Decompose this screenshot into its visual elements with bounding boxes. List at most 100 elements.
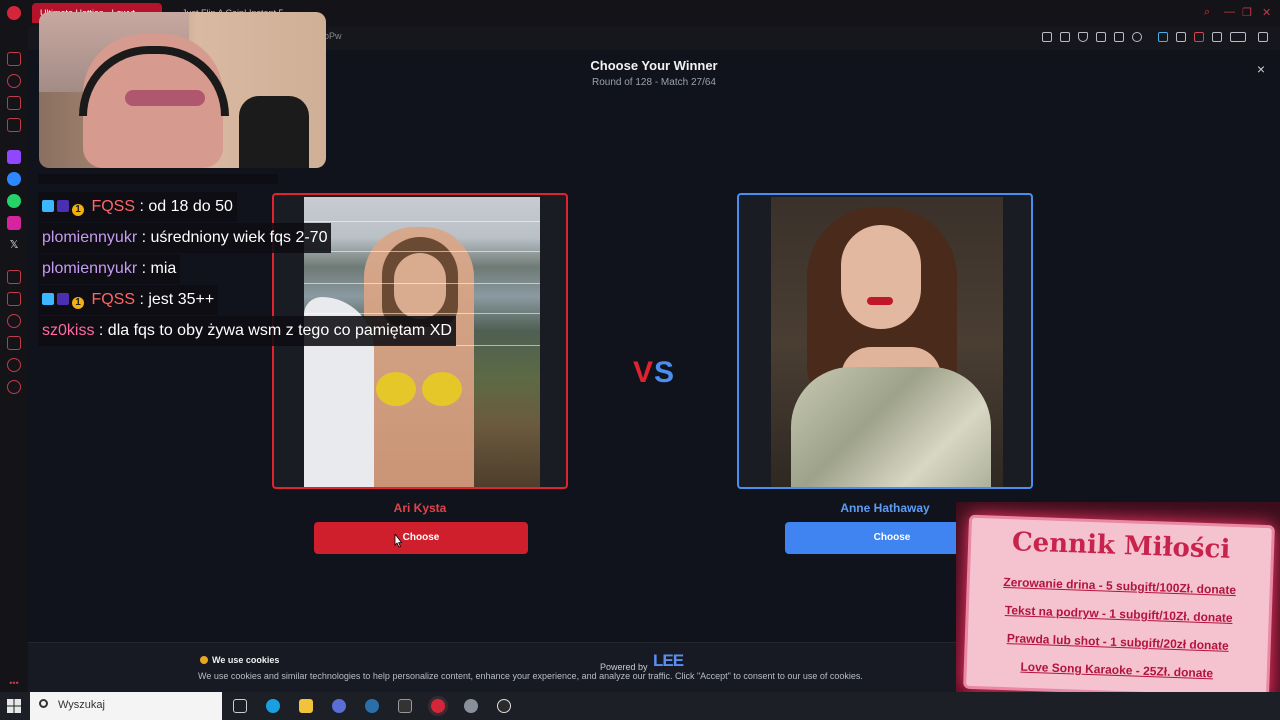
price-line: Tekst na podryw - 1 subgift/10Zł. donate bbox=[1004, 603, 1233, 625]
twitch-icon[interactable] bbox=[7, 150, 21, 164]
badge-one-icon: 1 bbox=[72, 204, 84, 216]
chat-username: plomiennyukr bbox=[42, 260, 138, 277]
close-window-icon[interactable]: ✕ bbox=[1262, 6, 1271, 19]
chat-message: plomiennyukr : mia bbox=[38, 254, 181, 284]
maximize-icon[interactable]: ❐ bbox=[1242, 6, 1252, 19]
url-text[interactable]: oPw bbox=[324, 31, 342, 41]
chat-message: 1 FQSS : od 18 do 50 bbox=[38, 192, 237, 222]
photo-bikini bbox=[376, 372, 416, 406]
sidebar-bag-icon[interactable] bbox=[7, 96, 21, 110]
search-icon bbox=[39, 699, 48, 708]
photo-dress bbox=[791, 367, 991, 487]
price-line: Zerowanie drina - 5 subgift/100Zł. donat… bbox=[1003, 574, 1237, 598]
chat-text: : jest 35++ bbox=[135, 291, 215, 308]
lee-logo[interactable]: LEE bbox=[653, 652, 684, 669]
cookie-icon bbox=[200, 656, 208, 664]
sidebar-settings-icon[interactable] bbox=[7, 380, 21, 394]
powered-by-label: Powered by bbox=[600, 662, 648, 672]
choose-button-left[interactable]: Choose bbox=[314, 522, 528, 554]
bell-icon[interactable] bbox=[1194, 32, 1204, 42]
cookie-text: We use cookies and similar technologies … bbox=[198, 671, 863, 681]
price-list-title: Cennik Miłości bbox=[1011, 527, 1231, 565]
obs-taskbar-icon[interactable] bbox=[497, 699, 511, 713]
badge-cube-icon bbox=[42, 293, 54, 305]
chat-text: : od 18 do 50 bbox=[135, 198, 233, 215]
price-list-overlay: Cennik Miłości Zerowanie drina - 5 subgi… bbox=[956, 502, 1280, 692]
app-taskbar-icon[interactable] bbox=[464, 699, 478, 713]
webcam-overlay bbox=[39, 12, 326, 168]
sidebar-apps-icon[interactable] bbox=[7, 292, 21, 306]
webcam-microphone bbox=[239, 96, 309, 168]
chat-text: : dla fqs to oby żywa wsm z tego co pami… bbox=[94, 322, 452, 339]
task-view-icon[interactable] bbox=[233, 699, 247, 713]
windows-start-icon[interactable] bbox=[6, 698, 22, 714]
sidebar-history-icon[interactable] bbox=[7, 74, 21, 88]
play-icon[interactable] bbox=[1114, 32, 1124, 42]
sidebar-download-icon[interactable] bbox=[7, 336, 21, 350]
photo-bikini bbox=[422, 372, 462, 406]
price-list-card: Cennik Miłości Zerowanie drina - 5 subgi… bbox=[963, 514, 1275, 692]
cookie-title: We use cookies bbox=[212, 655, 280, 665]
browser-sidebar: 𝕏 ••• bbox=[0, 0, 28, 692]
x-icon[interactable]: 𝕏 bbox=[7, 238, 21, 252]
whatsapp-icon[interactable] bbox=[7, 194, 21, 208]
chrome-icon[interactable] bbox=[332, 699, 346, 713]
sidebar-flow-icon[interactable] bbox=[7, 270, 21, 284]
candidate-card-right[interactable] bbox=[737, 193, 1033, 489]
menu-icon[interactable] bbox=[1258, 32, 1268, 42]
chat-text: : uśredniony wiek fqs 2-70 bbox=[137, 229, 328, 246]
opera-logo-icon[interactable] bbox=[7, 6, 21, 20]
badge-sub-icon bbox=[57, 200, 69, 212]
chat-username: FQSS bbox=[91, 291, 136, 308]
vs-letter-s: S bbox=[654, 356, 676, 389]
sidebar-home-icon[interactable] bbox=[7, 52, 21, 66]
chat-message: 1 FQSS : jest 35++ bbox=[38, 285, 219, 315]
instagram-icon[interactable] bbox=[7, 216, 21, 230]
sidebar-gamepad-icon[interactable] bbox=[7, 118, 21, 132]
candidate-name-left: Ari Kysta bbox=[393, 501, 447, 515]
candidate-photo-right[interactable] bbox=[771, 197, 1003, 487]
extension-icon[interactable] bbox=[1158, 32, 1168, 42]
chat-message: sz0kiss : dla fqs to oby żywa wsm z tego… bbox=[38, 316, 456, 346]
badge-cube-icon bbox=[42, 200, 54, 212]
stream-chat-overlay: 1 FQSS : od 18 do 50 plomiennyukr : uśre… bbox=[32, 174, 564, 346]
close-button[interactable]: × bbox=[1252, 60, 1270, 78]
puzzle-icon[interactable] bbox=[1176, 32, 1186, 42]
photo-face bbox=[841, 225, 921, 329]
sidebar-heart-icon[interactable] bbox=[7, 358, 21, 372]
search-tabs-icon[interactable]: ⌕ bbox=[1204, 6, 1210, 19]
chat-username: sz0kiss bbox=[42, 322, 95, 339]
opera-taskbar-icon[interactable] bbox=[431, 699, 445, 713]
download-icon[interactable] bbox=[1212, 32, 1222, 42]
chat-username: plomiennyukr bbox=[42, 229, 138, 246]
price-line: Love Song Karaoke - 25Zł. donate bbox=[1020, 659, 1214, 681]
search-placeholder: Wyszukaj bbox=[58, 699, 105, 711]
heart-icon[interactable] bbox=[1132, 32, 1142, 42]
epic-games-icon[interactable] bbox=[398, 699, 412, 713]
mouse-cursor-icon bbox=[394, 534, 403, 548]
badge-sub-icon bbox=[57, 293, 69, 305]
translate-icon[interactable] bbox=[1096, 32, 1106, 42]
chat-message: plomiennyukr : uśredniony wiek fqs 2-70 bbox=[38, 223, 332, 253]
badge-one-icon: 1 bbox=[72, 297, 84, 309]
edge-icon[interactable] bbox=[266, 699, 280, 713]
bookmark-icon[interactable] bbox=[1042, 32, 1052, 42]
snapshot-icon[interactable] bbox=[1060, 32, 1070, 42]
ai-icon[interactable] bbox=[1230, 32, 1246, 42]
chat-text: : mia bbox=[137, 260, 177, 277]
price-line: Prawda lub shot - 1 subgift/20zł donate bbox=[1006, 631, 1229, 653]
file-explorer-icon[interactable] bbox=[299, 699, 313, 713]
minimize-icon[interactable]: — bbox=[1224, 6, 1235, 18]
chat-username: FQSS bbox=[91, 198, 136, 215]
vs-label: VS bbox=[618, 356, 690, 390]
chat-message-clipped bbox=[38, 174, 278, 184]
sidebar-more-icon[interactable]: ••• bbox=[7, 676, 21, 690]
vs-letter-v: V bbox=[632, 356, 654, 389]
photo-lips bbox=[867, 297, 893, 305]
messenger-icon[interactable] bbox=[7, 172, 21, 186]
taskbar-search-input[interactable]: Wyszukaj bbox=[30, 692, 222, 720]
steam-icon[interactable] bbox=[365, 699, 379, 713]
windows-taskbar: Wyszukaj bbox=[0, 692, 1280, 720]
shield-icon[interactable] bbox=[1078, 32, 1088, 42]
sidebar-clock-icon[interactable] bbox=[7, 314, 21, 328]
